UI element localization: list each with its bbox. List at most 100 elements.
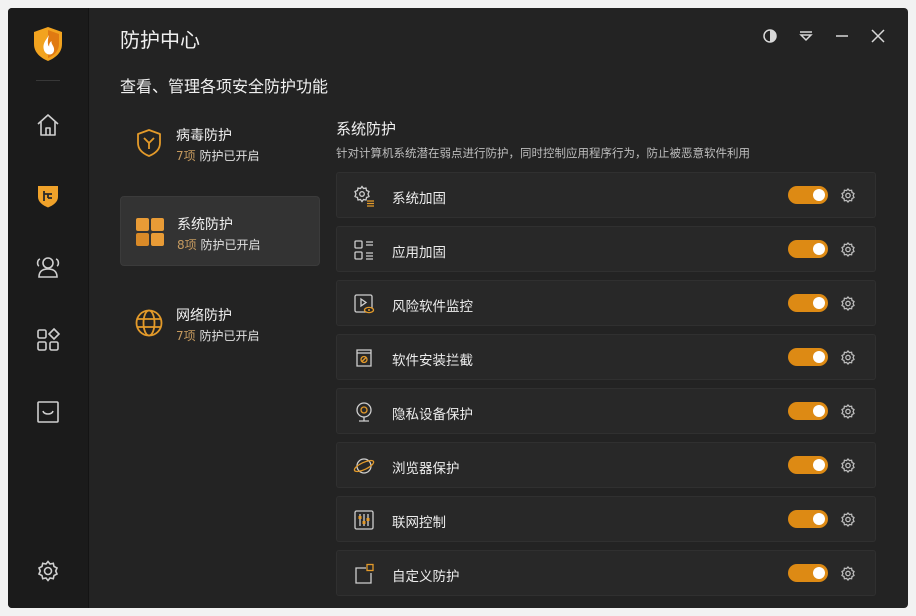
- menu-button[interactable]: [796, 26, 816, 46]
- category-status-text: 防护已开启: [199, 149, 260, 163]
- feature-toggle[interactable]: [788, 456, 828, 474]
- gear-icon: [841, 566, 855, 581]
- nav-protection-button[interactable]: [34, 182, 62, 210]
- category-status: 7项 防护已开启: [176, 147, 259, 164]
- category-name: 网络防护: [176, 308, 232, 324]
- theme-button[interactable]: [760, 26, 780, 46]
- feature-toggle[interactable]: [788, 510, 828, 528]
- shield-plus-icon: [38, 186, 58, 208]
- nav-apps-button[interactable]: [34, 326, 62, 354]
- feature-toggle[interactable]: [788, 402, 828, 420]
- feature-settings-button[interactable]: [839, 457, 857, 475]
- category-status: 7项 防护已开启: [176, 327, 259, 344]
- app-logo-icon: [32, 26, 64, 62]
- tray-icon: [37, 401, 59, 423]
- feature-row-install-block: 软件安装拦截: [336, 334, 876, 380]
- sidebar: [8, 8, 89, 608]
- toggle-knob: [813, 513, 825, 525]
- virus-shield-icon: [134, 128, 164, 158]
- app-list-icon: [353, 239, 375, 261]
- gear-list-icon: [353, 185, 375, 207]
- feature-label: 软件安装拦截: [392, 353, 473, 369]
- category-network-protection[interactable]: 网络防护 7项 防护已开启: [120, 288, 320, 358]
- nav-home-button[interactable]: [34, 111, 62, 139]
- category-count: 8项: [177, 238, 197, 252]
- feature-label: 隐私设备保护: [392, 407, 473, 423]
- apps-icon: [37, 327, 61, 351]
- feature-settings-button[interactable]: [839, 511, 857, 529]
- gear-icon: [841, 458, 855, 473]
- feature-toggle[interactable]: [788, 294, 828, 312]
- feature-toggle[interactable]: [788, 186, 828, 204]
- settings-icon: [37, 560, 59, 582]
- feature-row-system-hardening: 系统加固: [336, 172, 876, 218]
- section-title: 系统防护: [336, 120, 397, 138]
- minimize-icon: [836, 35, 848, 37]
- logo-divider: [36, 80, 60, 81]
- globe-icon: [134, 308, 164, 338]
- close-icon: [871, 29, 885, 43]
- minimize-button[interactable]: [832, 26, 852, 46]
- app-window: 防护中心 查看、管理各项安全防护功能 病毒防护 7项 防护已开启 系统防护 8项…: [8, 8, 908, 608]
- feature-settings-button[interactable]: [839, 187, 857, 205]
- gear-icon: [841, 296, 855, 311]
- gear-icon: [841, 512, 855, 527]
- nav-tray-button[interactable]: [34, 398, 62, 426]
- feature-label: 浏览器保护: [392, 461, 460, 477]
- toggle-knob: [813, 567, 825, 579]
- menu-icon: [799, 31, 813, 42]
- feature-settings-button[interactable]: [839, 349, 857, 367]
- category-count: 7项: [176, 149, 196, 163]
- close-button[interactable]: [868, 26, 888, 46]
- toggle-knob: [813, 405, 825, 417]
- feature-toggle[interactable]: [788, 240, 828, 258]
- feature-label: 自定义防护: [392, 569, 460, 585]
- nav-users-button[interactable]: [34, 253, 62, 281]
- toggle-knob: [813, 243, 825, 255]
- category-system-protection[interactable]: 系统防护 8项 防护已开启: [120, 196, 320, 266]
- toggle-knob: [813, 189, 825, 201]
- feature-row-app-hardening: 应用加固: [336, 226, 876, 272]
- home-icon: [37, 114, 59, 136]
- page-title: 防护中心: [120, 28, 200, 52]
- toggle-knob: [813, 351, 825, 363]
- gear-icon: [841, 188, 855, 203]
- feature-label: 应用加固: [392, 245, 446, 261]
- custom-square-icon: [353, 563, 375, 585]
- category-status-text: 防护已开启: [199, 329, 260, 343]
- video-eye-icon: [353, 293, 375, 315]
- feature-label: 联网控制: [392, 515, 446, 531]
- feature-row-network-control: 联网控制: [336, 496, 876, 542]
- category-count: 7项: [176, 329, 196, 343]
- category-status-text: 防护已开启: [200, 238, 261, 252]
- feature-settings-button[interactable]: [839, 403, 857, 421]
- category-name: 系统防护: [177, 217, 233, 233]
- users-icon: [36, 257, 60, 278]
- feature-label: 系统加固: [392, 191, 446, 207]
- toggle-knob: [813, 459, 825, 471]
- gear-icon: [841, 242, 855, 257]
- category-virus-protection[interactable]: 病毒防护 7项 防护已开启: [120, 108, 320, 178]
- theme-icon: [763, 29, 777, 43]
- feature-toggle[interactable]: [788, 564, 828, 582]
- category-status: 8项 防护已开启: [177, 236, 260, 253]
- toggle-knob: [813, 297, 825, 309]
- feature-settings-button[interactable]: [839, 295, 857, 313]
- feature-row-browser-protection: 浏览器保护: [336, 442, 876, 488]
- category-name: 病毒防护: [176, 128, 232, 144]
- gear-icon: [841, 404, 855, 419]
- box-block-icon: [353, 347, 375, 369]
- feature-settings-button[interactable]: [839, 565, 857, 583]
- sliders-icon: [353, 509, 375, 531]
- feature-row-privacy-device: 隐私设备保护: [336, 388, 876, 434]
- system-grid-icon: [135, 217, 165, 247]
- planet-icon: [353, 455, 375, 477]
- gear-icon: [841, 350, 855, 365]
- feature-label: 风险软件监控: [392, 299, 473, 315]
- feature-row-risk-software-monitor: 风险软件监控: [336, 280, 876, 326]
- section-description: 针对计算机系统潜在弱点进行防护，同时控制应用程序行为，防止被恶意软件利用: [336, 146, 750, 160]
- feature-settings-button[interactable]: [839, 241, 857, 259]
- nav-settings-button[interactable]: [34, 558, 62, 586]
- page-subtitle: 查看、管理各项安全防护功能: [120, 77, 329, 96]
- feature-toggle[interactable]: [788, 348, 828, 366]
